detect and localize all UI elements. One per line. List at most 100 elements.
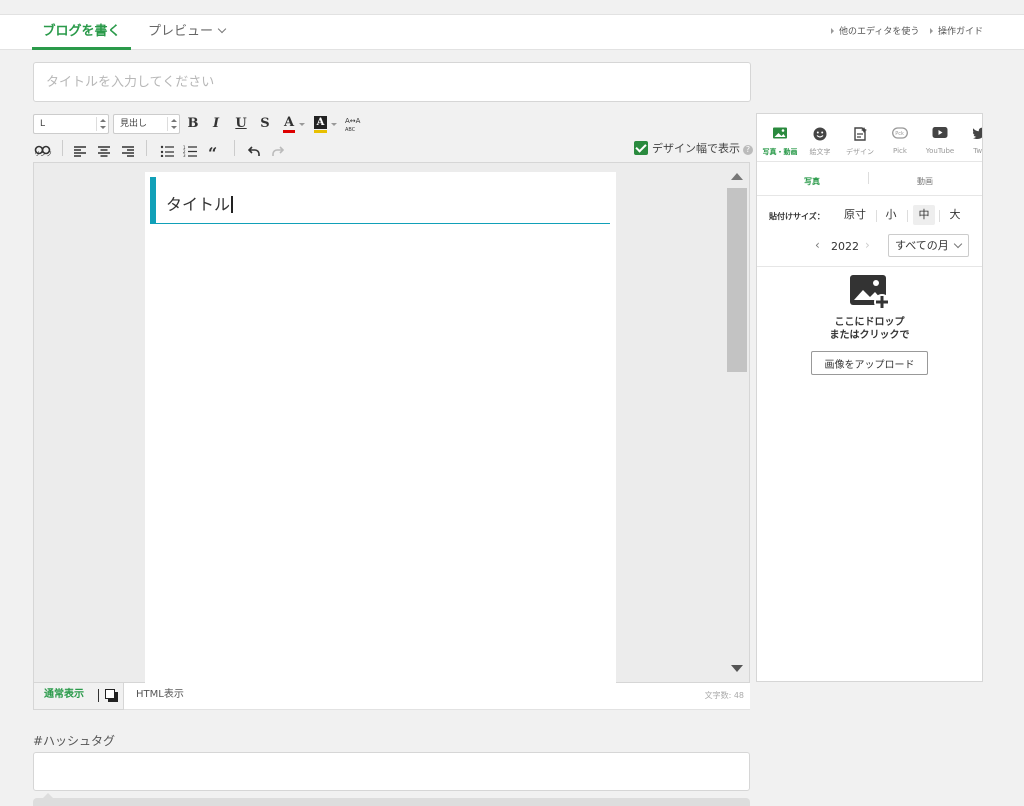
design-width-checkbox[interactable]: デザイン幅で表示?: [634, 141, 753, 157]
hashtag-input[interactable]: [33, 752, 750, 791]
side-tabs: 写真・動画 絵文字 デザイン Pck Pick YouTube Twit: [757, 114, 982, 162]
italic-button[interactable]: I: [208, 115, 224, 133]
divider: [939, 210, 940, 222]
window-icon: [105, 689, 115, 699]
preview-label: プレビュー: [148, 24, 214, 39]
svg-text:Pck: Pck: [895, 131, 904, 137]
scroll-down-arrow-icon[interactable]: [731, 665, 743, 672]
size-medium-button[interactable]: 中: [913, 205, 935, 225]
color-bar: [283, 130, 295, 133]
font-size-value: L: [40, 119, 46, 129]
undo-button[interactable]: [247, 142, 260, 161]
normal-view-tab[interactable]: 通常表示: [33, 683, 124, 710]
tab-pick[interactable]: Pck Pick: [880, 114, 920, 162]
design-icon: [854, 127, 867, 141]
font-size-select[interactable]: L: [33, 114, 109, 134]
paste-size-label: 貼付けサイズ：: [769, 212, 825, 221]
drop-text-line: ここにドロップ: [834, 317, 905, 328]
size-original-button[interactable]: 原寸: [841, 205, 869, 225]
divider: [907, 210, 908, 222]
html-view-label: HTML表示: [136, 689, 184, 700]
bold-button[interactable]: B: [185, 115, 201, 133]
color-bar: [314, 130, 327, 133]
subtab-video[interactable]: 動画: [869, 176, 981, 187]
numbered-list-button[interactable]: 123: [183, 142, 197, 161]
tab-emoji[interactable]: 絵文字: [800, 114, 840, 162]
upload-image-button[interactable]: 画像をアップロード: [811, 351, 928, 375]
align-right-button[interactable]: [121, 142, 135, 161]
chevron-right-icon[interactable]: ›: [865, 238, 870, 252]
heading-select-value: 見出し: [120, 119, 148, 129]
subtab-photo[interactable]: 写真: [757, 176, 867, 187]
tab-youtube[interactable]: YouTube: [920, 114, 960, 162]
heading-text[interactable]: タイトル: [166, 191, 233, 215]
bg-color-button[interactable]: A: [313, 116, 339, 134]
toolbar-divider: [146, 140, 147, 156]
caret-right-icon: [930, 28, 933, 34]
dropdown-caret-icon: [331, 123, 337, 126]
divider: [98, 689, 99, 702]
svg-text:3: 3: [183, 153, 186, 157]
tab-design[interactable]: デザイン: [840, 114, 880, 162]
photo-icon: [773, 127, 787, 139]
bg-color-icon: A: [314, 116, 327, 129]
ruby-icon: A↔A ABC: [345, 117, 361, 133]
bullet-list-icon: [160, 145, 174, 158]
size-large-button[interactable]: 大: [946, 205, 964, 225]
bottom-panel: [33, 793, 750, 806]
text-color-button[interactable]: A: [282, 115, 308, 133]
other-editor-label: 他のエディタを使う: [839, 27, 920, 37]
help-icon[interactable]: ?: [743, 145, 753, 155]
month-select[interactable]: すべての月: [888, 234, 969, 257]
svg-text:ABC: ABC: [345, 127, 356, 133]
media-side-panel: 写真・動画 絵文字 デザイン Pck Pick YouTube Twit 写真 …: [756, 113, 983, 682]
toolbar-divider: [234, 140, 235, 156]
add-image-icon: [849, 274, 891, 314]
editor-scrollbar[interactable]: [724, 163, 749, 682]
other-editor-link[interactable]: 他のエディタを使う: [831, 24, 919, 37]
underline-button[interactable]: U: [233, 115, 249, 133]
stepper-icon: [96, 117, 106, 131]
title-input[interactable]: [33, 62, 751, 102]
tab-write-blog[interactable]: ブログを書く: [32, 15, 131, 50]
tab-twitter[interactable]: Twit: [960, 114, 982, 162]
hashtag-label: #ハッシュタグ: [33, 734, 116, 748]
link-button[interactable]: リンク: [34, 140, 52, 158]
html-view-tab[interactable]: HTML表示 文字数: 48: [124, 683, 750, 710]
size-small-button[interactable]: 小: [882, 205, 900, 225]
tab-preview[interactable]: プレビュー: [148, 15, 227, 50]
ruby-button[interactable]: A↔A ABC: [344, 115, 362, 133]
tab-label: Twit: [973, 147, 983, 155]
drop-text-line: またはクリックで: [829, 330, 910, 341]
top-nav: ブログを書く プレビュー 他のエディタを使う 操作ガイド: [0, 14, 1024, 50]
heading-select[interactable]: 見出し: [113, 114, 180, 134]
design-width-label: デザイン幅で表示: [652, 142, 740, 155]
divider: [876, 210, 877, 222]
guide-label: 操作ガイド: [938, 27, 984, 37]
tab-photo-video[interactable]: 写真・動画: [760, 114, 800, 162]
svg-text:“: “: [208, 147, 217, 157]
align-left-icon: [74, 146, 86, 157]
align-right-icon: [122, 146, 134, 157]
dropdown-caret-icon: [299, 123, 305, 126]
text-color-icon: A: [284, 115, 295, 130]
strikethrough-button[interactable]: S: [257, 115, 273, 133]
heading-block[interactable]: タイトル: [150, 177, 610, 224]
normal-view-label: 通常表示: [44, 689, 84, 700]
redo-button[interactable]: [272, 142, 285, 161]
scroll-up-arrow-icon[interactable]: [731, 173, 743, 180]
twitter-icon: [973, 127, 982, 139]
guide-link[interactable]: 操作ガイド: [930, 24, 983, 37]
editor-area: タイトル: [33, 162, 750, 683]
editor-page[interactable]: タイトル: [145, 172, 616, 683]
scroll-thumb[interactable]: [727, 188, 747, 372]
quote-icon: “: [208, 144, 217, 163]
svg-text:A↔A: A↔A: [345, 117, 361, 125]
align-center-button[interactable]: [97, 142, 111, 161]
bullet-list-button[interactable]: [160, 142, 174, 161]
align-left-button[interactable]: [73, 142, 87, 161]
quote-button[interactable]: “: [208, 142, 220, 163]
toolbar-divider: [62, 140, 63, 156]
chevron-left-icon[interactable]: ‹: [815, 238, 820, 252]
numbered-list-icon: 123: [183, 145, 197, 158]
